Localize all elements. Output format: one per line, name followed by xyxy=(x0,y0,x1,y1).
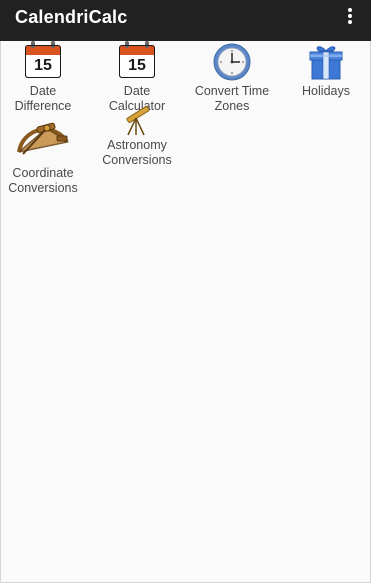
tile-date-calculator[interactable]: 15 Date Calculator xyxy=(92,41,182,114)
tile-convert-time-zones[interactable]: Convert Time Zones xyxy=(187,42,277,114)
tile-label: Date Difference xyxy=(0,84,88,114)
gift-icon xyxy=(306,42,346,82)
tile-label-line1: Convert Time xyxy=(194,84,270,98)
tile-label-line1: Coordinate xyxy=(12,166,74,180)
tile-astronomy-conversions[interactable]: Astronomy Conversions xyxy=(92,106,182,168)
tile-label: Astronomy Conversions xyxy=(92,138,182,168)
tile-label: Holidays xyxy=(281,84,371,99)
telescope-icon xyxy=(120,106,154,136)
tile-coordinate-conversions[interactable]: Coordinate Conversions xyxy=(0,122,88,196)
tile-holidays[interactable]: Holidays xyxy=(281,42,371,99)
app-bar: CalendriCalc xyxy=(0,0,371,41)
tile-label-line2: Zones xyxy=(214,99,250,113)
tile-label: Coordinate Conversions xyxy=(0,166,88,196)
tile-date-difference[interactable]: 15 Date Difference xyxy=(0,41,88,114)
clock-icon xyxy=(212,42,252,82)
tile-label-line1: Astronomy xyxy=(107,138,167,152)
tile-label: Convert Time Zones xyxy=(187,84,277,114)
tile-label-line2: Difference xyxy=(14,99,72,113)
app-title: CalendriCalc xyxy=(15,7,128,27)
tile-label-line2: Conversions xyxy=(102,153,172,167)
overflow-menu-icon[interactable] xyxy=(343,8,357,28)
sextant-icon xyxy=(13,122,73,160)
calendar-icon: 15 xyxy=(117,41,157,82)
tile-label-line2: Conversions xyxy=(8,181,78,195)
tile-label-line1: Holidays xyxy=(302,84,350,98)
calendar-icon: 15 xyxy=(23,41,63,82)
tile-label-line1: Date xyxy=(29,84,57,98)
tile-label-line1: Date xyxy=(123,84,151,98)
